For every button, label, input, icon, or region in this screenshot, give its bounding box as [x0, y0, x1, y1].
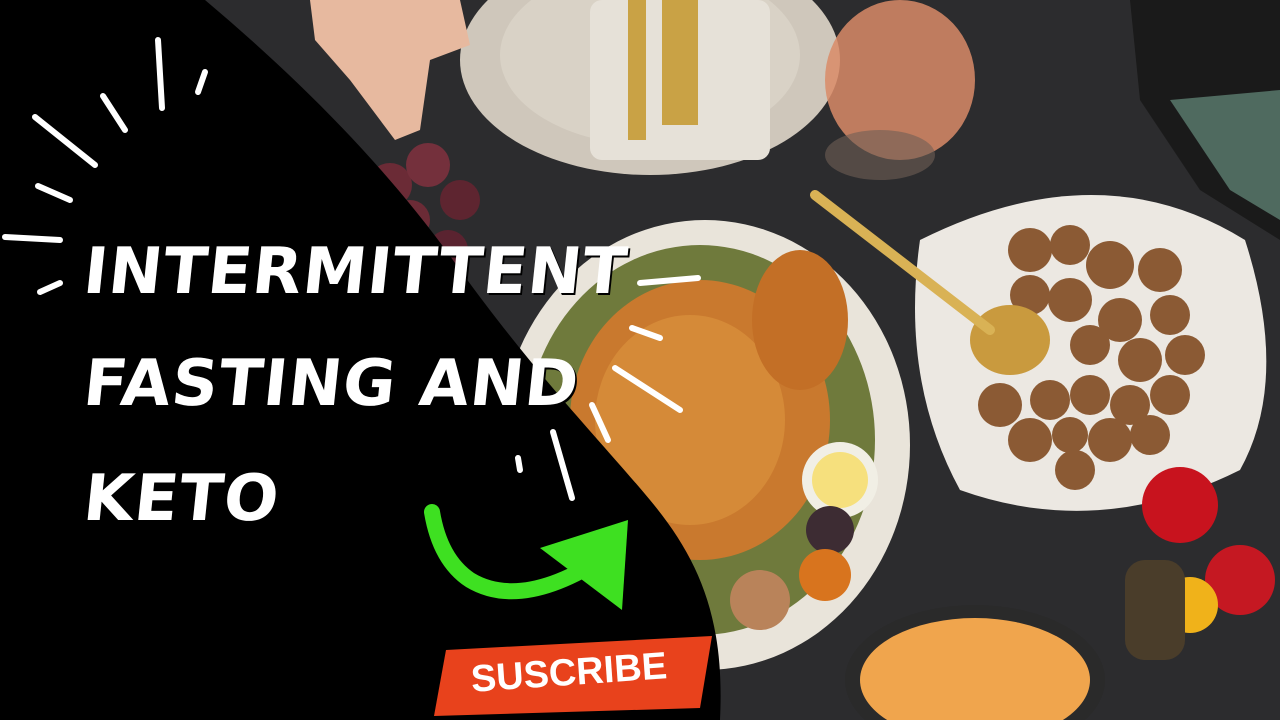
title-line-1: INTERMITTENT — [80, 235, 632, 309]
title-line-3: KETO — [80, 462, 284, 536]
title-line-2: FASTING AND — [80, 347, 583, 421]
subscribe-button[interactable] — [434, 636, 714, 712]
